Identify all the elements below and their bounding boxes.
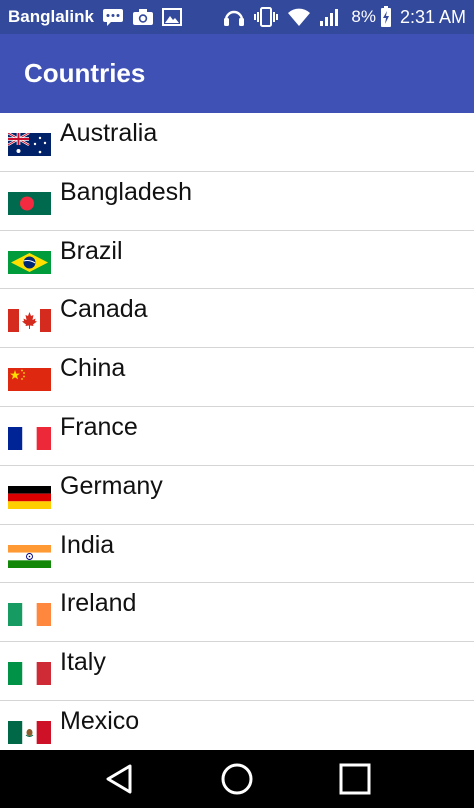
country-name: France	[60, 412, 138, 441]
country-row-china[interactable]: China	[0, 348, 474, 407]
back-button[interactable]	[99, 759, 139, 799]
country-name: Italy	[60, 648, 106, 677]
country-row-australia[interactable]: Australia	[0, 113, 474, 172]
home-circle-icon	[221, 763, 253, 795]
gallery-icon	[161, 5, 182, 29]
china-flag-icon	[8, 368, 51, 392]
country-row-ireland[interactable]: Ireland	[0, 583, 474, 643]
country-name: Bangladesh	[60, 177, 193, 206]
country-name: Mexico	[60, 706, 140, 735]
country-name: Canada	[60, 295, 148, 324]
clock: 2:31 AM	[399, 6, 466, 27]
country-row-brazil[interactable]: Brazil	[0, 231, 474, 290]
canada-flag-icon	[8, 309, 51, 333]
country-row-india[interactable]: India	[0, 525, 474, 584]
status-bar: Banglalink 8% 2:31 AM	[0, 0, 474, 34]
mexico-flag-icon	[8, 720, 51, 744]
country-row-italy[interactable]: Italy	[0, 642, 474, 701]
navigation-bar	[0, 750, 474, 808]
brazil-flag-icon	[8, 250, 51, 274]
country-name: China	[60, 354, 126, 383]
country-name: Australia	[60, 119, 158, 147]
india-flag-icon	[8, 544, 51, 568]
italy-flag-icon	[8, 662, 51, 686]
bangladesh-flag-icon	[8, 191, 51, 215]
home-button[interactable]	[217, 759, 257, 799]
australia-flag-icon	[8, 133, 51, 156]
germany-flag-icon	[8, 485, 51, 509]
country-name: Brazil	[60, 236, 123, 265]
camera-icon	[132, 5, 154, 29]
country-name: India	[60, 530, 115, 559]
message-icon	[102, 5, 124, 29]
battery-charging-icon	[380, 5, 392, 29]
recent-apps-square-icon	[339, 763, 371, 795]
headphones-icon	[223, 5, 245, 29]
country-row-canada[interactable]: Canada	[0, 289, 474, 349]
country-row-germany[interactable]: Germany	[0, 466, 474, 525]
france-flag-icon	[8, 426, 51, 450]
page-title: Countries	[24, 58, 146, 88]
carrier-name: Banglalink	[8, 7, 94, 26]
ireland-flag-icon	[8, 603, 51, 627]
country-row-france[interactable]: France	[0, 407, 474, 466]
signal-icon	[319, 5, 341, 29]
recent-apps-button[interactable]	[335, 759, 375, 799]
country-name: Ireland	[60, 589, 137, 618]
back-triangle-icon	[106, 764, 132, 794]
app-bar: Countries	[0, 34, 474, 113]
country-list[interactable]: Australia Bangladesh Brazil Canada China…	[0, 113, 474, 750]
country-name: Germany	[60, 471, 163, 500]
country-row-mexico[interactable]: Mexico	[0, 701, 474, 750]
country-row-bangladesh[interactable]: Bangladesh	[0, 172, 474, 231]
vibrate-icon	[253, 5, 279, 29]
wifi-icon	[287, 5, 311, 29]
battery-percent: 8%	[351, 7, 376, 26]
